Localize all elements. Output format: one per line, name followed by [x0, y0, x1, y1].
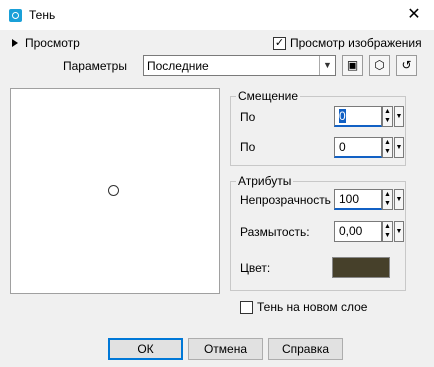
- offset-y-input[interactable]: 0: [334, 137, 382, 158]
- new-layer-label: Тень на новом слое: [257, 300, 368, 314]
- offset-x-label: По: [240, 110, 256, 124]
- color-swatch[interactable]: [332, 257, 390, 278]
- chevron-down-icon[interactable]: ▼: [394, 221, 404, 242]
- cube-button[interactable]: ⬡: [369, 55, 390, 76]
- reset-button[interactable]: ↺: [396, 55, 417, 76]
- chevron-down-icon[interactable]: ▼: [394, 137, 404, 158]
- reset-icon: ↺: [401, 58, 412, 72]
- preview-image-label: Просмотр изображения: [290, 36, 422, 50]
- chevron-down-icon[interactable]: ▼: [394, 189, 404, 210]
- close-button[interactable]: ✕: [394, 0, 434, 30]
- ok-button[interactable]: ОК: [108, 338, 183, 360]
- checkbox-icon: [240, 300, 253, 314]
- cube-icon: ⬡: [374, 58, 385, 72]
- opacity-label: Непрозрачность: [240, 193, 331, 207]
- offset-title: Смещение: [236, 89, 301, 103]
- blur-input[interactable]: 0,00: [334, 221, 382, 242]
- params-label: Параметры: [63, 59, 127, 73]
- preview-toggle-label: Просмотр: [25, 36, 80, 50]
- color-label: Цвет:: [240, 261, 271, 275]
- save-preset-button[interactable]: ▣: [342, 55, 363, 76]
- new-layer-checkbox[interactable]: Тень на новом слое: [240, 300, 367, 314]
- blur-spinner[interactable]: 0,00 ▲ ▼ ▼: [334, 221, 404, 242]
- spin-arrows-icon[interactable]: ▲ ▼: [382, 137, 393, 158]
- expand-triangle-icon: [12, 39, 18, 47]
- cancel-button[interactable]: Отмена: [188, 338, 263, 360]
- opacity-spinner[interactable]: 100 ▲ ▼ ▼: [334, 189, 404, 210]
- blur-label: Размытость:: [240, 225, 310, 239]
- offset-y-label: По: [240, 140, 256, 154]
- window-title: Тень: [29, 8, 56, 22]
- save-icon: ▣: [346, 58, 359, 72]
- spin-arrows-icon[interactable]: ▲ ▼: [382, 106, 393, 127]
- preview-pane[interactable]: [10, 88, 220, 294]
- preview-image-checkbox[interactable]: ✓ Просмотр изображения: [273, 36, 422, 50]
- offset-x-spinner[interactable]: 0 ▲ ▼ ▼: [334, 106, 404, 127]
- attributes-title: Атрибуты: [236, 174, 294, 188]
- params-combobox[interactable]: Последние ▼: [143, 55, 336, 76]
- offset-x-input[interactable]: 0: [334, 106, 382, 127]
- help-button[interactable]: Справка: [268, 338, 343, 360]
- spin-arrows-icon[interactable]: ▲ ▼: [382, 221, 393, 242]
- app-icon: [9, 9, 22, 22]
- offset-y-spinner[interactable]: 0 ▲ ▼ ▼: [334, 137, 404, 158]
- title-bar: Тень ✕: [0, 0, 434, 30]
- chevron-down-icon[interactable]: ▼: [319, 56, 335, 75]
- close-icon: ✕: [407, 6, 421, 23]
- preview-marker[interactable]: [108, 185, 119, 196]
- chevron-down-icon[interactable]: ▼: [394, 106, 404, 127]
- checkmark-icon: ✓: [273, 36, 286, 50]
- params-value: Последние: [147, 59, 209, 73]
- preview-toggle[interactable]: Просмотр: [12, 36, 80, 50]
- opacity-input[interactable]: 100: [334, 189, 382, 210]
- spin-arrows-icon[interactable]: ▲ ▼: [382, 189, 393, 210]
